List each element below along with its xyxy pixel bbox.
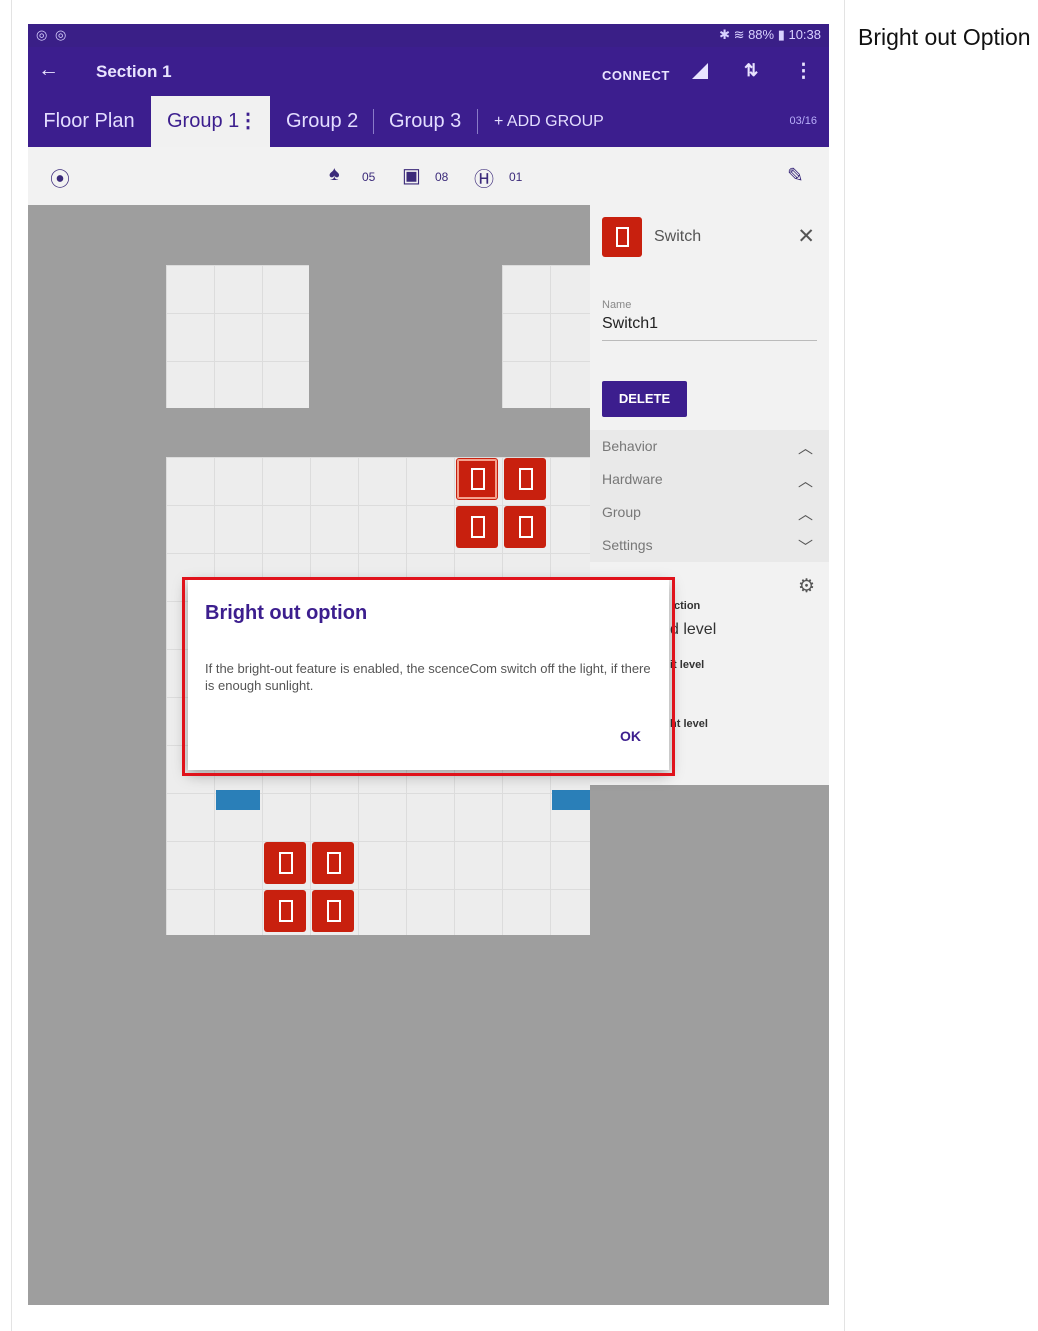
light-icon: ♠ bbox=[329, 163, 340, 185]
highlight-frame bbox=[182, 577, 675, 776]
signal-icon bbox=[692, 63, 708, 79]
more-options-icon[interactable]: ⋮ bbox=[794, 60, 813, 83]
delete-button[interactable]: DELETE bbox=[602, 381, 687, 417]
light-device[interactable] bbox=[216, 790, 260, 810]
notification-icons: ◎ ◎ bbox=[36, 27, 69, 42]
switch-device[interactable] bbox=[456, 506, 498, 548]
switch-device[interactable] bbox=[264, 890, 306, 932]
chevron-up-icon: ︿ bbox=[797, 506, 813, 523]
panel-dim-area bbox=[590, 785, 829, 1305]
gear-icon[interactable]: ⚙ bbox=[798, 575, 815, 598]
switch-device[interactable] bbox=[312, 890, 354, 932]
switch-device[interactable] bbox=[504, 458, 546, 500]
switch-device[interactable] bbox=[504, 506, 546, 548]
floor-tile bbox=[166, 265, 309, 408]
chevron-down-icon: ﹀ bbox=[797, 539, 813, 556]
switch-device[interactable] bbox=[312, 842, 354, 884]
switch-type-icon bbox=[602, 217, 642, 257]
settings-text: ht level bbox=[670, 718, 708, 730]
sort-icon[interactable]: ⇅ bbox=[744, 61, 758, 81]
back-arrow-icon[interactable]: ← bbox=[38, 58, 59, 82]
tab-group-3[interactable]: Group 3 bbox=[389, 96, 461, 147]
switch-count: 08 bbox=[435, 170, 449, 184]
document-divider-left bbox=[11, 0, 12, 1331]
light-device[interactable] bbox=[552, 790, 590, 810]
status-indicators: ✱ ≋ 88% ▮ 10:38 bbox=[719, 27, 821, 42]
section-behavior-label: Behavior bbox=[602, 438, 658, 454]
settings-text: it level bbox=[670, 659, 705, 671]
settings-text: ction bbox=[674, 600, 701, 612]
page-title: Section 1 bbox=[96, 62, 172, 81]
connect-button[interactable]: CONNECT bbox=[602, 68, 670, 83]
document-divider-right bbox=[844, 0, 845, 1331]
group-count: 03/16 bbox=[789, 115, 817, 127]
tab-group-2[interactable]: Group 2 bbox=[286, 96, 358, 147]
group-menu-icon[interactable]: ⋮ bbox=[238, 96, 258, 147]
tab-divider bbox=[477, 109, 478, 134]
tab-group-1-label: Group 1 bbox=[167, 110, 240, 132]
add-group-button[interactable]: + ADD GROUP bbox=[494, 96, 604, 147]
light-count: 05 bbox=[362, 170, 376, 184]
tab-group-1[interactable]: Group 1 ⋮ bbox=[151, 96, 270, 147]
chevron-up-icon: ︿ bbox=[797, 440, 813, 457]
locate-icon[interactable]: ⦿ bbox=[50, 163, 70, 192]
section-hardware-label: Hardware bbox=[602, 471, 663, 487]
switch-icon: ▣ bbox=[402, 165, 421, 187]
section-group-label: Group bbox=[602, 504, 641, 520]
sensor-icon: Ⓗ bbox=[474, 169, 494, 191]
sensor-count: 01 bbox=[509, 170, 523, 184]
tab-divider bbox=[373, 109, 374, 134]
section-settings[interactable]: Settings ﹀ bbox=[590, 529, 829, 562]
tab-floor-plan[interactable]: Floor Plan bbox=[28, 96, 150, 147]
close-icon[interactable]: ✕ bbox=[797, 224, 815, 249]
section-group[interactable]: Group ︿ bbox=[590, 496, 829, 529]
tab-bar: Floor Plan Group 1 ⋮ Group 2 Group 3 + A… bbox=[28, 96, 829, 147]
magic-wand-icon[interactable]: ✎ bbox=[787, 163, 804, 188]
switch-device[interactable] bbox=[456, 458, 498, 500]
section-behavior[interactable]: Behavior ︿ bbox=[590, 430, 829, 463]
name-field-label: Name bbox=[602, 299, 632, 311]
status-bar: ◎ ◎ ✱ ≋ 88% ▮ 10:38 bbox=[28, 24, 829, 47]
floor-tile bbox=[502, 265, 590, 408]
settings-text: d level bbox=[670, 621, 717, 638]
app-bar: ← Section 1 CONNECT ⇅ ⋮ bbox=[28, 47, 829, 96]
section-settings-label: Settings bbox=[602, 537, 653, 553]
switch-device[interactable] bbox=[264, 842, 306, 884]
screenshot-caption: Bright out Option bbox=[858, 24, 1031, 50]
device-type-label: Switch bbox=[654, 228, 702, 245]
section-hardware[interactable]: Hardware ︿ bbox=[590, 463, 829, 496]
chevron-up-icon: ︿ bbox=[797, 473, 813, 490]
device-toolbar: ⦿ ♠ 05 ▣ 08 Ⓗ 01 ✎ bbox=[28, 147, 829, 205]
name-field[interactable] bbox=[602, 315, 817, 341]
